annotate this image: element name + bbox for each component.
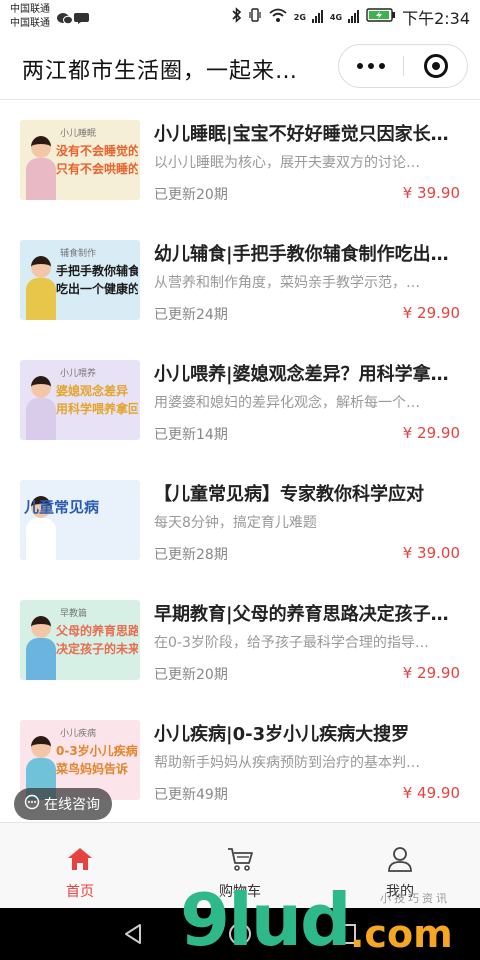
- course-item[interactable]: 辅食制作手把手教你辅食制吃出一个健康的宝幼儿辅食|手把手教你辅食制作吃出…从营养…: [0, 220, 480, 340]
- signal-icon-2: [348, 8, 360, 27]
- course-thumbnail: 儿童常见病: [20, 480, 140, 560]
- chat-bubble-icon: [24, 794, 40, 814]
- bluetooth-icon: [232, 7, 242, 27]
- course-item[interactable]: 儿童常见病 【儿童常见病】专家教你科学应对每天8分钟，搞定育儿难题 已更新28期 ¥ …: [0, 460, 480, 580]
- thumbnail-caption-line-1: 儿童常见病: [24, 500, 100, 515]
- course-thumbnail: 早教篇父母的养育思路 决定孩子的未来: [20, 600, 140, 680]
- bottom-tab-bar: 首页 购物车 我的: [0, 822, 480, 908]
- signal-icon-1: [311, 8, 324, 27]
- thumbnail-tag: 小儿喂养: [60, 369, 97, 379]
- thumbnail-caption-line-2: 菜鸟妈妈告诉: [56, 762, 129, 776]
- course-price: ¥ 39.00: [402, 544, 460, 562]
- thumbnail-caption-line-2: 吃出一个健康的宝: [56, 282, 138, 296]
- close-miniprogram-button[interactable]: [404, 45, 468, 87]
- thumbnail-tag: 小儿睡眠: [60, 129, 97, 139]
- course-description: 在0-3岁阶段，给予孩子最科学合理的指导…: [154, 635, 429, 651]
- course-price: ¥ 29.90: [402, 424, 460, 442]
- tab-cart[interactable]: 购物车: [160, 823, 320, 909]
- miniprogram-capsule: [338, 44, 468, 88]
- recents-square-icon[interactable]: [332, 920, 360, 948]
- course-price: ¥ 29.90: [402, 304, 460, 322]
- course-description: 以小儿睡眠为核心，展开夫妻双方的讨论…: [154, 155, 420, 171]
- thumbnail-caption-line-1: 父母的养育思路: [56, 624, 138, 638]
- status-bar: 中国联通 中国联通 2G 4G 下午2:34: [0, 0, 480, 34]
- back-triangle-icon[interactable]: [120, 920, 148, 948]
- course-title: 幼儿辅食|手把手教你辅食制作吃出…: [154, 244, 449, 265]
- more-dots-icon: [357, 63, 385, 69]
- home-icon: [66, 845, 94, 873]
- course-item[interactable]: 小儿喂养婆媳观念差异用科学喂养拿回主动小儿喂养|婆媳观念差异？用科学拿…用婆婆和…: [0, 340, 480, 460]
- thumbnail-caption-line-1: 没有不会睡觉的宝: [56, 144, 138, 158]
- thumbnail-tag: 辅食制作: [60, 249, 97, 259]
- course-price: ¥ 39.90: [402, 184, 460, 202]
- course-thumbnail: 小儿睡眠没有不会睡觉的宝只有不会哄睡的家: [20, 120, 140, 200]
- thumbnail-tag: 小儿疾病: [60, 729, 97, 739]
- more-button[interactable]: [339, 45, 403, 87]
- title-bar: 两江都市生活圈，一起来…: [0, 34, 480, 100]
- course-update-count: 已更新14期: [154, 427, 228, 443]
- cart-icon: [226, 845, 254, 873]
- presenter-photo: [24, 252, 58, 320]
- course-description: 从营养和制作角度，菜妈亲手教学示范，…: [154, 275, 420, 291]
- course-description: 每天8分钟，搞定育儿难题: [154, 515, 317, 531]
- clock: 下午2:34: [402, 9, 470, 28]
- consult-label: 在线咨询: [44, 797, 100, 813]
- online-consult-button[interactable]: 在线咨询: [14, 788, 112, 820]
- page-title: 两江都市生活圈，一起来…: [22, 59, 299, 84]
- course-update-count: 已更新28期: [154, 547, 228, 563]
- battery-icon: [366, 7, 396, 27]
- course-description: 用婆婆和媳妇的差异化观念，解析每一个…: [154, 395, 420, 411]
- user-icon: [386, 845, 414, 873]
- home-circle-icon[interactable]: [226, 920, 254, 948]
- presenter-photo: [24, 372, 58, 440]
- course-title: 小儿喂养|婆媳观念差异？用科学拿…: [154, 364, 449, 385]
- wechat-notification-icon: [56, 10, 90, 29]
- presenter-photo: [24, 612, 58, 680]
- course-description: 帮助新手妈妈从疾病预防到治疗的基本判…: [154, 755, 420, 771]
- thumbnail-caption-line-2: 决定孩子的未来: [56, 642, 138, 656]
- course-price: ¥ 49.90: [402, 784, 460, 802]
- carrier-label-2: 中国联通: [10, 18, 50, 29]
- tab-cart-label: 购物车: [219, 884, 261, 900]
- network-type-2: 4G: [329, 12, 343, 22]
- thumbnail-caption-line-1: 0-3岁小儿疾病大搜: [56, 744, 138, 758]
- course-title: 小儿疾病|0-3岁小儿疾病大搜罗: [154, 724, 410, 745]
- vibrate-icon: [248, 7, 262, 27]
- course-thumbnail: 辅食制作手把手教你辅食制吃出一个健康的宝: [20, 240, 140, 320]
- course-update-count: 已更新49期: [154, 787, 228, 803]
- tab-mine-label: 我的: [386, 884, 414, 900]
- course-update-count: 已更新20期: [154, 187, 228, 203]
- thumbnail-caption-line-1: 手把手教你辅食制: [56, 264, 138, 278]
- system-navigation-bar: [0, 908, 480, 960]
- network-type-1: 2G: [293, 12, 306, 22]
- course-price: ¥ 29.90: [402, 664, 460, 682]
- carrier-label-1: 中国联通: [10, 4, 50, 15]
- thumbnail-caption-line-2: 用科学喂养拿回主动: [56, 402, 138, 416]
- tab-home-label: 首页: [66, 884, 94, 900]
- course-item[interactable]: 小儿睡眠没有不会睡觉的宝只有不会哄睡的家小儿睡眠|宝宝不好好睡觉只因家长…以小儿…: [0, 100, 480, 220]
- tab-mine[interactable]: 我的: [320, 823, 480, 909]
- course-title: 小儿睡眠|宝宝不好好睡觉只因家长…: [154, 124, 449, 145]
- course-list: 小儿睡眠没有不会睡觉的宝只有不会哄睡的家小儿睡眠|宝宝不好好睡觉只因家长…以小儿…: [0, 100, 480, 822]
- thumbnail-caption-line-2: 只有不会哄睡的家: [56, 162, 138, 176]
- target-circle-icon: [424, 54, 448, 78]
- thumbnail-caption-line-1: 婆媳观念差异: [56, 384, 129, 398]
- course-update-count: 已更新24期: [154, 307, 228, 323]
- course-update-count: 已更新20期: [154, 667, 228, 683]
- course-title: 早期教育|父母的养育思路决定孩子…: [154, 604, 449, 625]
- tab-home[interactable]: 首页: [0, 823, 160, 909]
- course-thumbnail: 小儿喂养婆媳观念差异用科学喂养拿回主动: [20, 360, 140, 440]
- thumbnail-tag: 早教篇: [60, 609, 88, 619]
- course-item[interactable]: 早教篇 父母的养育思路 决定孩子的未来 早期教育|父母的养育思路决定孩子… 在0-3岁阶…: [0, 580, 480, 700]
- wifi-icon: [268, 7, 288, 27]
- presenter-photo: [24, 132, 58, 200]
- course-title: 【儿童常见病】专家教你科学应对: [154, 484, 424, 505]
